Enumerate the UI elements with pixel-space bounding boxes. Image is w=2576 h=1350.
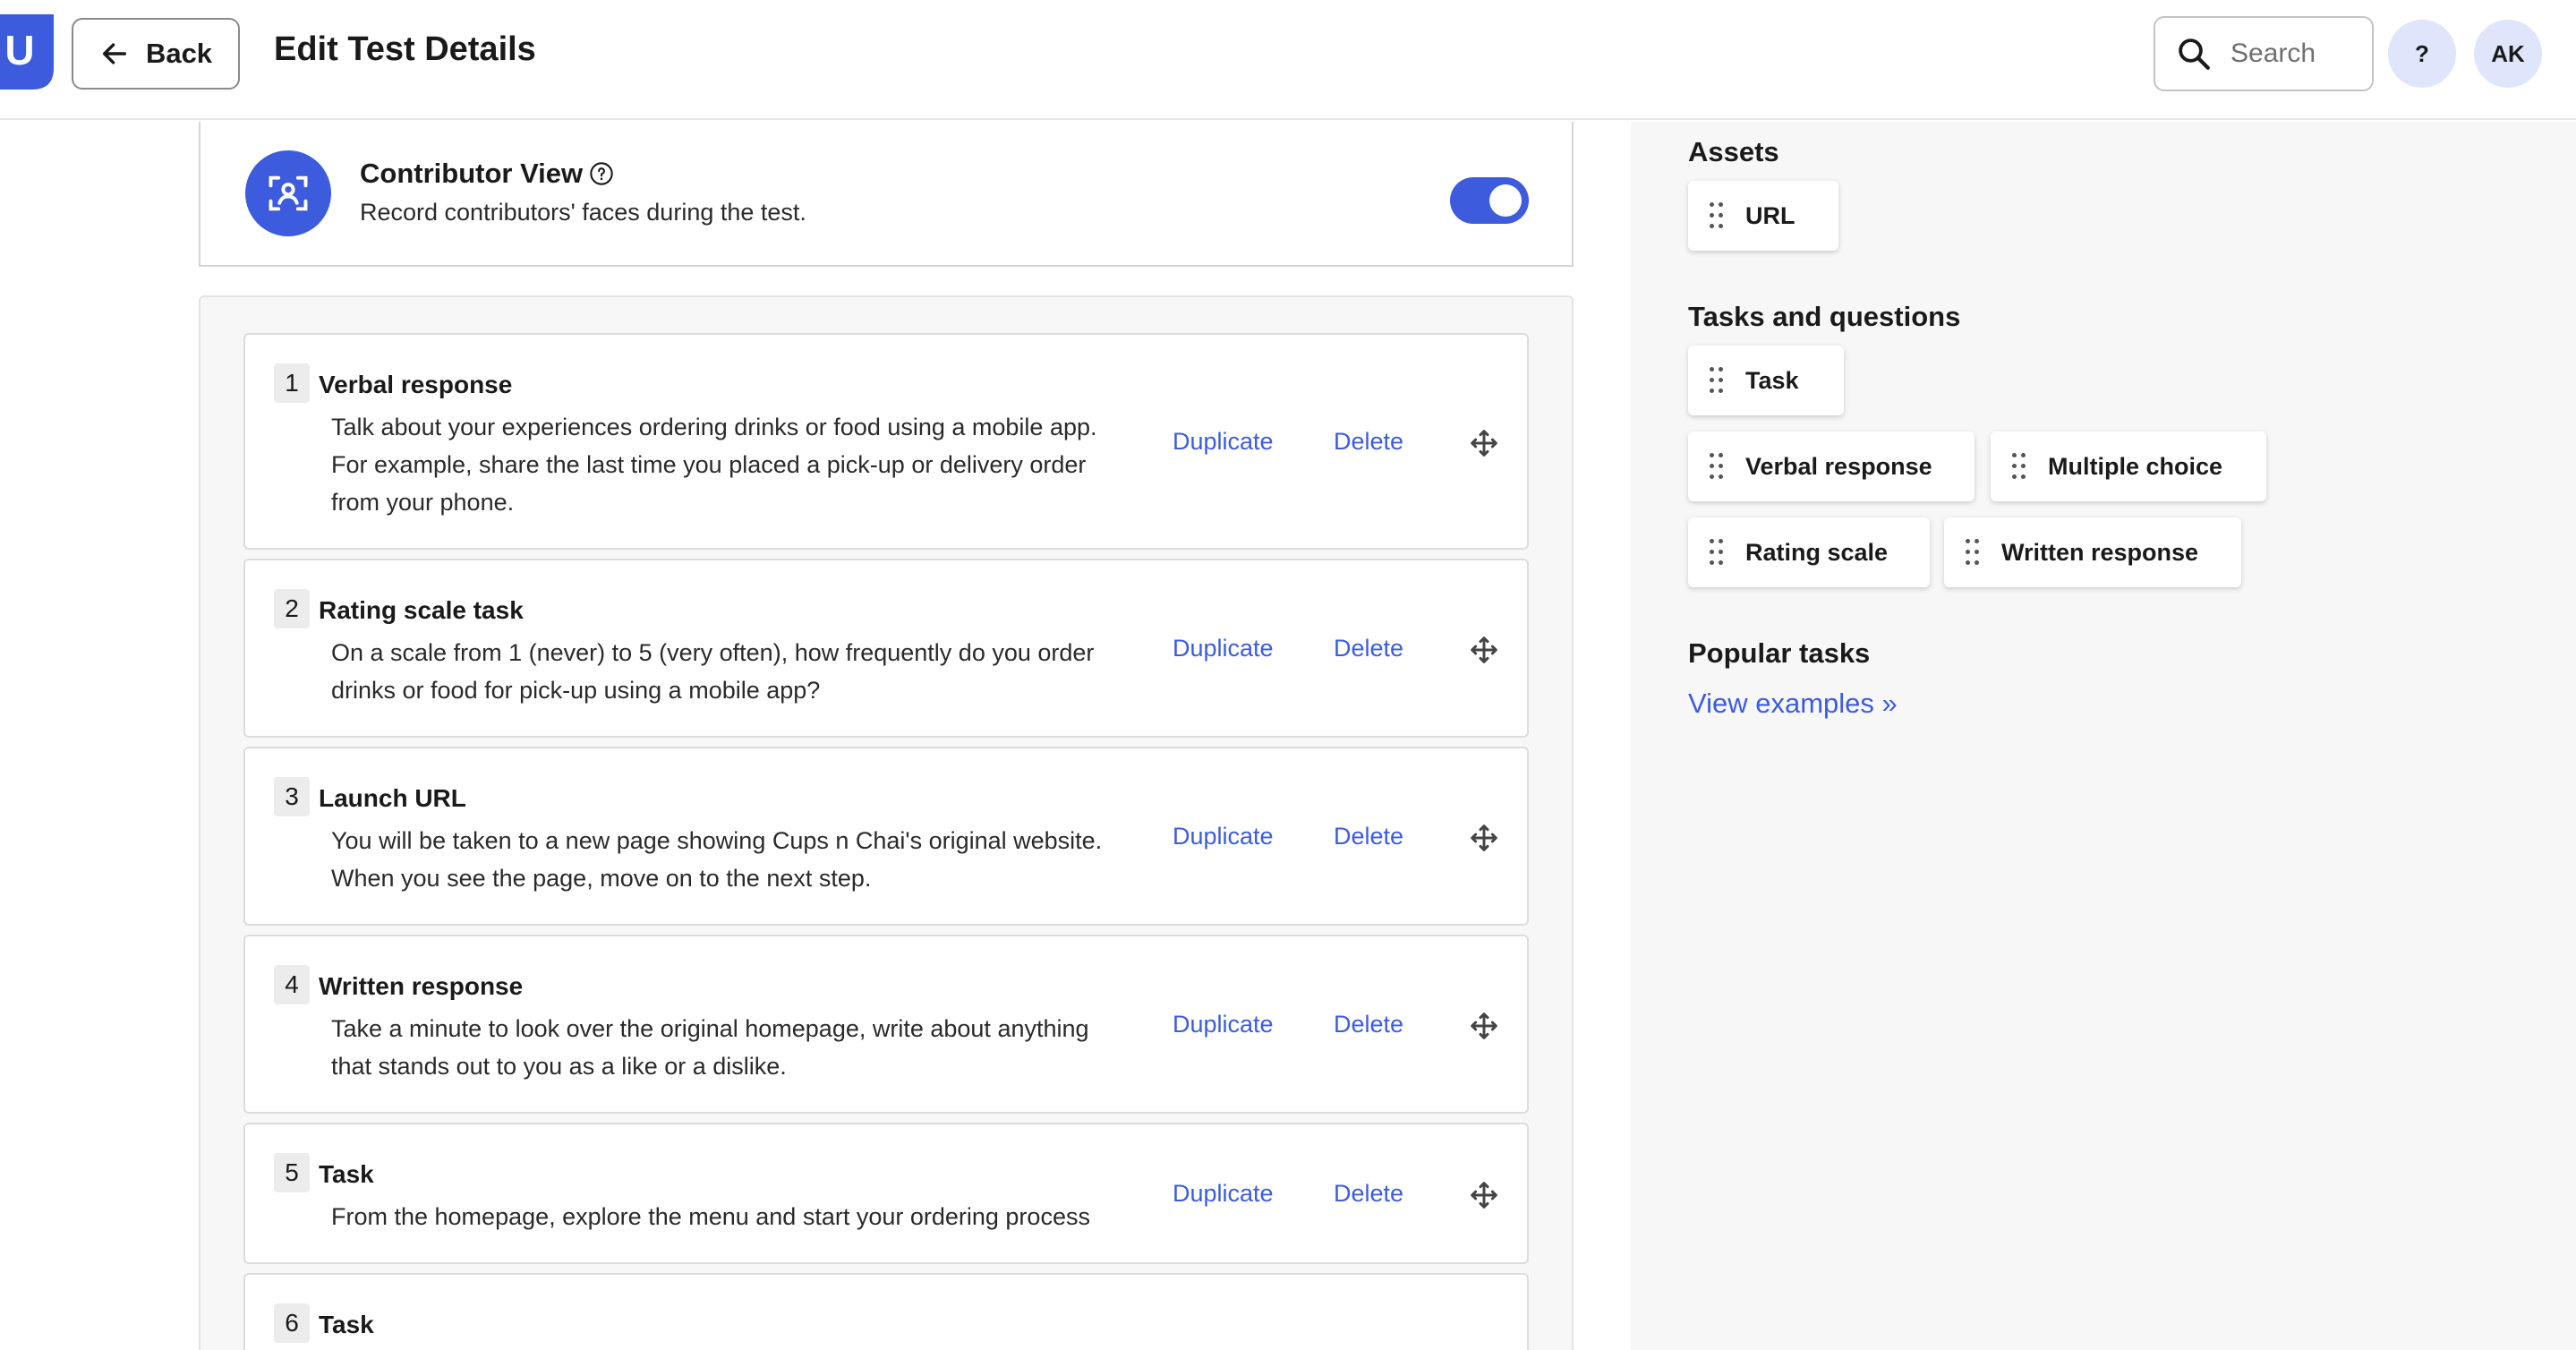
help-button[interactable]: ? (2388, 20, 2456, 88)
task-number: 3 (274, 777, 310, 816)
task-body: From the homepage, explore the menu and … (331, 1203, 1090, 1230)
usertesting-logo[interactable]: U (0, 14, 54, 90)
task-title: Verbal response (319, 371, 513, 398)
question-circle-icon[interactable] (589, 161, 614, 186)
search-icon (2179, 38, 2210, 70)
page-title: Edit Test Details (274, 30, 536, 68)
chip-verbal-response[interactable]: Verbal response (1688, 431, 1975, 501)
delete-button[interactable]: Delete (1334, 635, 1403, 662)
delete-button[interactable]: Delete (1334, 1011, 1403, 1038)
chip-label: Multiple choice (2048, 452, 2223, 480)
user-avatar[interactable]: AK (2474, 20, 2542, 88)
move-icon[interactable] (1470, 429, 1498, 457)
task-number: 2 (274, 589, 310, 628)
task-title: Launch URL (319, 784, 466, 812)
drag-handle-icon (1710, 367, 1723, 394)
task-number: 1 (274, 363, 310, 403)
back-label: Back (145, 38, 213, 69)
delete-button[interactable]: Delete (1334, 428, 1403, 456)
task-title: Task (319, 1311, 374, 1338)
task-body: Take a minute to look over the original … (331, 1015, 1089, 1080)
drag-handle-icon (1710, 453, 1723, 480)
search-box[interactable] (2154, 16, 2374, 91)
task-title: Rating scale task (319, 596, 524, 624)
contributor-view-toggle[interactable] (1450, 177, 1529, 224)
top-bar: U Back Edit Test Details ? AK (0, 0, 2576, 120)
chip-label: Task (1745, 366, 1799, 394)
task-title: Written response (319, 972, 524, 1000)
duplicate-button[interactable]: Duplicate (1173, 635, 1274, 662)
asset-chip-url[interactable]: URL (1688, 181, 1838, 251)
popular-tasks-title: Popular tasks (1688, 637, 1871, 669)
contributor-view-title: Contributor View (360, 158, 584, 189)
toggle-knob (1489, 184, 1522, 217)
chip-written-response[interactable]: Written response (1944, 517, 2241, 587)
chip-label: Written response (2001, 538, 2199, 566)
task-card[interactable]: 5 Task From the homepage, explore the me… (243, 1123, 1529, 1264)
main-content: Contributor View Record contributors' fa… (0, 122, 1631, 1350)
task-number: 6 (274, 1303, 310, 1343)
move-icon[interactable] (1470, 636, 1498, 664)
duplicate-button[interactable]: Duplicate (1173, 1180, 1274, 1208)
assets-title: Assets (1688, 136, 1779, 167)
task-body: You will be taken to a new page showing … (331, 827, 1103, 892)
duplicate-button[interactable]: Duplicate (1173, 428, 1274, 456)
move-icon[interactable] (1470, 1012, 1498, 1040)
drag-handle-icon (1710, 202, 1723, 229)
contributor-view-description: Record contributors' faces during the te… (360, 199, 806, 226)
task-number: 4 (274, 965, 310, 1004)
chip-rating-scale[interactable]: Rating scale (1688, 517, 1930, 587)
move-icon[interactable] (1470, 824, 1498, 852)
duplicate-button[interactable]: Duplicate (1173, 823, 1274, 850)
move-icon[interactable] (1470, 1181, 1498, 1209)
task-card[interactable]: 1 Verbal response Talk about your experi… (243, 333, 1529, 550)
drag-handle-icon (1710, 539, 1723, 566)
delete-button[interactable]: Delete (1334, 1180, 1403, 1208)
chip-label: Verbal response (1745, 452, 1932, 480)
task-title: Task (319, 1160, 374, 1188)
task-body: Talk about your experiences ordering dri… (331, 414, 1097, 516)
task-card[interactable]: 6 Task (243, 1273, 1529, 1350)
chip-label: URL (1745, 201, 1796, 229)
chip-task[interactable]: Task (1688, 346, 1844, 415)
task-list: 1 Verbal response Talk about your experi… (199, 295, 1574, 1350)
chip-label: Rating scale (1745, 538, 1889, 566)
chip-multiple-choice[interactable]: Multiple choice (1991, 431, 2266, 501)
search-input[interactable] (2231, 38, 2356, 69)
task-card[interactable]: 3 Launch URL You will be taken to a new … (243, 747, 1529, 926)
tasks-questions-title: Tasks and questions (1688, 301, 1961, 332)
duplicate-button[interactable]: Duplicate (1173, 1011, 1274, 1038)
face-scan-icon (245, 150, 331, 236)
drag-handle-icon (2012, 453, 2026, 480)
task-body: On a scale from 1 (never) to 5 (very oft… (331, 639, 1095, 704)
view-examples-link[interactable]: View examples » (1688, 688, 1898, 720)
task-card[interactable]: 4 Written response Take a minute to look… (243, 935, 1529, 1114)
delete-button[interactable]: Delete (1334, 823, 1403, 850)
back-button[interactable]: Back (72, 18, 240, 90)
task-number: 5 (274, 1153, 310, 1192)
contributor-view-card: Contributor View Record contributors' fa… (199, 122, 1574, 267)
logo-letter: U (4, 27, 34, 73)
arrow-left-icon (102, 43, 126, 64)
task-card[interactable]: 2 Rating scale task On a scale from 1 (n… (243, 559, 1529, 738)
drag-handle-icon (1966, 539, 1979, 566)
